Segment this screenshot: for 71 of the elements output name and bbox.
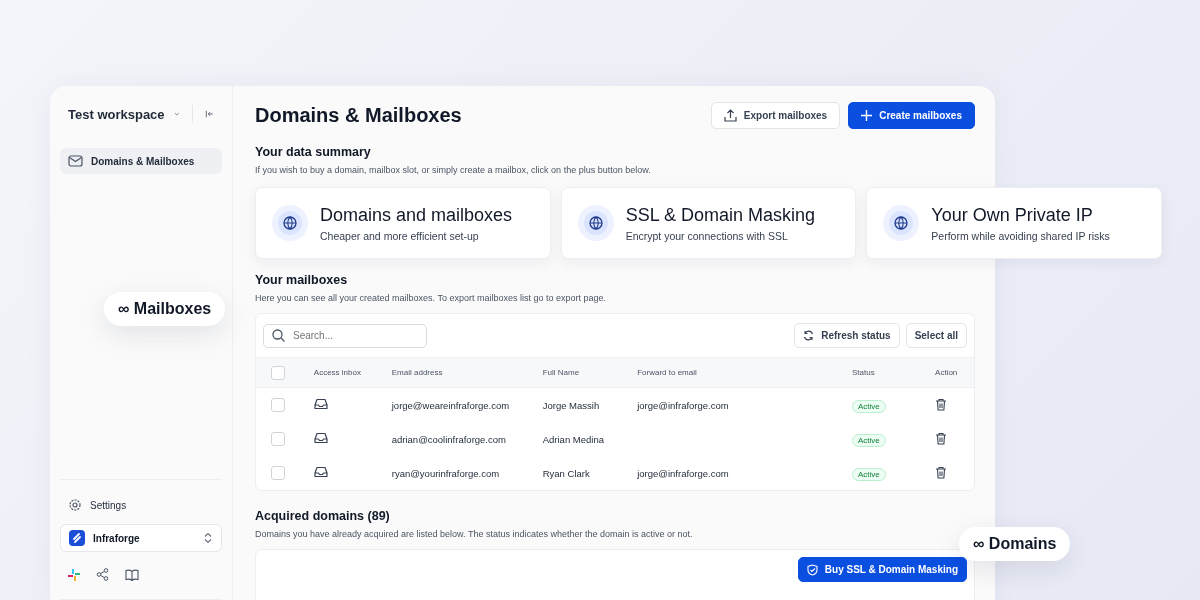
summary-card[interactable]: SSL & Domain Masking Encrypt your connections with SSL	[560, 187, 857, 259]
status-badge: Active	[852, 433, 886, 447]
globe-icon	[272, 205, 308, 241]
table-cell: jorge@infraforge.com	[637, 467, 729, 479]
section-title: Your data summary	[255, 145, 372, 159]
section-title: Acquired domains (89)	[255, 509, 391, 523]
shield-check-icon	[806, 563, 818, 576]
colorful-grid-icon[interactable]	[68, 568, 80, 581]
trash-icon[interactable]	[935, 397, 948, 411]
section-description: If you wish to buy a domain, mailbox slot, or simply create a mailbox, click on the plus button below.	[255, 165, 652, 175]
column-header: Action	[934, 368, 959, 377]
table-cell-text: ryan@yourinfraforge.com	[391, 467, 501, 479]
settings-icon	[68, 498, 82, 512]
refresh-button[interactable]: Refresh status	[794, 323, 900, 348]
trash-icon[interactable]	[935, 465, 948, 479]
up-down-chevron-icon	[203, 532, 213, 544]
column-header: Forward to email	[637, 368, 698, 377]
sidebar-nav-item[interactable]: Domains & Mailboxes	[60, 148, 222, 174]
card-subtitle: Encrypt your connections with SSL	[625, 229, 789, 242]
table-cell-text: adrian@coolinfraforge.com	[391, 433, 507, 445]
card-title: SSL & Domain Masking	[625, 204, 816, 226]
table-cell-text: Adrian Medina	[542, 433, 605, 445]
search-icon	[272, 329, 285, 342]
share-icon[interactable]	[96, 568, 109, 581]
export-button[interactable]: Export mailboxes	[710, 102, 841, 129]
column-header: Full Name	[542, 368, 581, 377]
book-icon[interactable]	[125, 568, 139, 581]
card-title: Your Own Private IP	[931, 204, 1094, 226]
status-badge: Active	[852, 399, 886, 413]
section-description: Here you can see all your created mailboxes. To export mailboxes list go to export page.	[255, 293, 608, 303]
floating-label: ∞ Domains	[959, 527, 1071, 561]
trash-icon[interactable]	[935, 431, 948, 445]
row-checkbox[interactable]	[270, 466, 285, 480]
row-checkbox[interactable]	[270, 398, 285, 412]
section-title: Your mailboxes	[255, 273, 349, 287]
refresh-icon	[803, 330, 815, 341]
row-checkbox[interactable]	[270, 432, 285, 446]
upload-icon	[723, 109, 737, 122]
card-subtitle: Perform while avoiding shared IP risks	[931, 229, 1110, 242]
globe-icon	[883, 205, 920, 241]
search-field[interactable]: Search...	[263, 323, 427, 348]
workspace-name[interactable]: Test workspace	[68, 106, 165, 122]
settings-link[interactable]: Settings	[60, 480, 222, 524]
table-cell: jorge@infraforge.com	[637, 399, 729, 411]
page-title: Domains & Mailboxes	[255, 104, 462, 127]
select-all-checkbox[interactable]	[270, 365, 285, 380]
table-cell-text: Jorge Massih	[542, 399, 601, 411]
inbox-icon[interactable]	[313, 466, 328, 478]
globe-icon	[577, 205, 614, 241]
column-header: Email address	[391, 368, 444, 377]
summary-card[interactable]: Domains and mailboxes Cheaper and more efficient set-up	[255, 187, 551, 259]
create-button[interactable]: Create mailboxes	[848, 102, 975, 129]
card-title: Domains and mailboxes	[320, 204, 513, 226]
search-input[interactable]: Search...	[291, 329, 415, 342]
table-cell-text: jorge@weareinfraforge.com	[391, 399, 511, 411]
column-header: Access inbox	[312, 368, 362, 377]
card-subtitle: Cheaper and more efficient set-up	[320, 229, 480, 242]
select-all-button[interactable]: Select all	[905, 323, 967, 348]
organization-selector[interactable]: Infraforge	[60, 524, 222, 552]
plus-icon	[861, 110, 873, 121]
buy-ssl-button[interactable]: Buy SSL & Domain Masking	[797, 557, 967, 582]
inbox-icon[interactable]	[313, 432, 328, 444]
summary-card[interactable]: Your Own Private IP Perform while avoiding shared IP risks	[866, 187, 1162, 259]
status-badge: Active	[852, 467, 886, 481]
column-header: Status	[851, 368, 876, 377]
inbox-icon[interactable]	[313, 398, 328, 410]
logo-icon	[69, 530, 85, 546]
envelope-icon	[68, 155, 83, 167]
table-cell-text: Ryan Clark	[542, 467, 591, 479]
floating-label: ∞ Mailboxes	[104, 292, 226, 326]
section-description: Domains you have already acquired are listed below. The status indicates whether the domain is active or not.	[255, 529, 694, 539]
